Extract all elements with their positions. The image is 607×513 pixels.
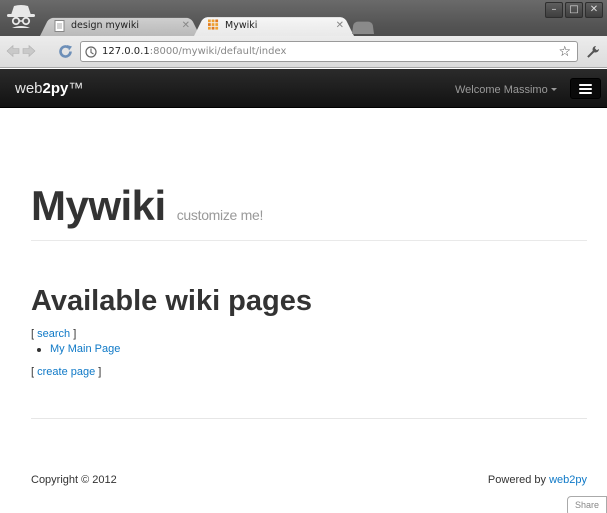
wrench-icon[interactable]	[586, 45, 600, 59]
brand-bold: 2py	[42, 80, 69, 97]
search-line: [ search ]	[31, 328, 76, 340]
minimize-button[interactable]: –	[545, 2, 563, 18]
close-tab-icon[interactable]: ✕	[182, 20, 190, 31]
hamburger-menu-button[interactable]	[570, 78, 601, 99]
browser-toolbar: 127.0.0.1:8000/mywiki/default/index ☆	[0, 36, 607, 68]
window-controls: – □ ✕	[545, 2, 603, 18]
wiki-pages-list: My Main Page	[37, 343, 120, 355]
footer-divider	[31, 418, 587, 419]
page-title: Mywiki	[31, 182, 166, 229]
tab-mywiki[interactable]: Mywiki ✕	[194, 14, 354, 36]
top-navbar: web2py™ Welcome Massimo	[0, 69, 607, 108]
wiki-page-link[interactable]: My Main Page	[50, 343, 120, 355]
page-subtitle: customize me!	[176, 207, 264, 223]
brand-trademark: ™	[68, 80, 84, 97]
brand-prefix: web	[15, 80, 43, 97]
copyright-text: Copyright © 2012	[31, 474, 117, 486]
back-icon[interactable]	[6, 44, 20, 58]
close-window-button[interactable]: ✕	[585, 2, 603, 18]
powered-by-label: Powered by	[487, 474, 550, 486]
url-path: :8000/mywiki/default/index	[149, 46, 287, 57]
page-icon	[54, 19, 65, 32]
caret-down-icon	[550, 88, 557, 91]
web2py-favicon-icon	[208, 19, 219, 30]
reload-icon[interactable]	[58, 44, 73, 59]
tab-label: Mywiki	[225, 19, 258, 31]
site-info-icon[interactable]	[85, 45, 97, 58]
bracket-close: ]	[70, 328, 77, 340]
user-menu-toggle[interactable]: Welcome Massimo	[455, 84, 557, 96]
tab-design-mywiki[interactable]: design mywiki ✕	[40, 15, 200, 36]
section-heading: Available wiki pages	[31, 285, 312, 317]
web2py-link[interactable]: web2py	[549, 474, 587, 486]
forward-icon[interactable]	[22, 44, 36, 58]
create-page-line: [ create page ]	[31, 366, 101, 378]
list-item: My Main Page	[37, 343, 120, 355]
welcome-text: Welcome Massimo	[455, 84, 548, 96]
maximize-button[interactable]: □	[565, 2, 583, 18]
tab-label: design mywiki	[71, 20, 139, 31]
close-tab-icon[interactable]: ✕	[336, 20, 344, 31]
powered-by: Powered by web2py	[488, 474, 587, 486]
bookmark-star-icon[interactable]: ☆	[558, 44, 571, 60]
brand-logo[interactable]: web2py™	[15, 80, 83, 97]
bracket-close: ]	[95, 366, 102, 378]
new-tab-button[interactable]	[352, 19, 374, 34]
create-page-link[interactable]: create page	[37, 366, 95, 378]
share-button[interactable]: Share	[567, 496, 607, 513]
header-divider	[31, 240, 587, 241]
address-bar[interactable]: 127.0.0.1:8000/mywiki/default/index ☆	[80, 41, 578, 62]
site-header: Mywiki customize me!	[31, 182, 263, 230]
url-host: 127.0.0.1	[102, 46, 150, 57]
search-link[interactable]: search	[37, 328, 70, 340]
incognito-icon	[7, 5, 35, 28]
